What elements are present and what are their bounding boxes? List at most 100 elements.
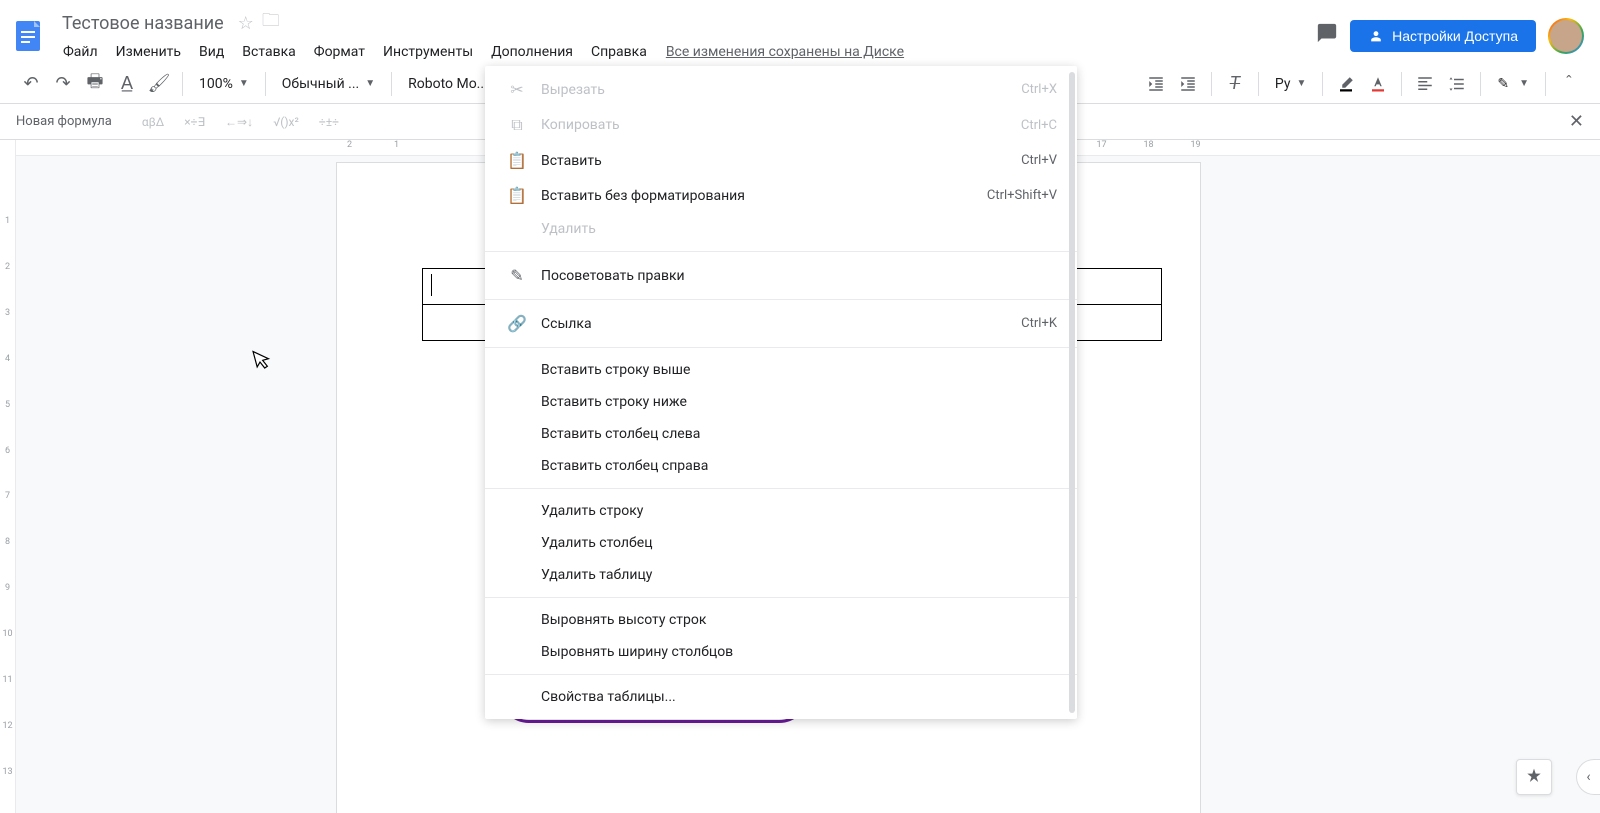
- formula-close-icon[interactable]: ✕: [1569, 111, 1584, 132]
- ctx-item-label: Вставить строку ниже: [541, 394, 1057, 410]
- ctx-item-shortcut: Ctrl+K: [1021, 316, 1057, 331]
- paste-plain-icon: 📋: [505, 186, 529, 205]
- star-icon[interactable]: ☆: [238, 13, 254, 34]
- input-lang-select[interactable]: Ру▼: [1267, 72, 1314, 96]
- formula-root[interactable]: √()x²: [273, 115, 299, 129]
- ctx-удалить: Удалить: [485, 213, 1077, 245]
- align-icon[interactable]: [1410, 69, 1440, 99]
- ctx-item-label: Вставить столбец справа: [541, 458, 1057, 474]
- suggest-icon: ✎: [505, 266, 529, 285]
- ctx-item-label: Удалить столбец: [541, 535, 1057, 551]
- text-color-icon[interactable]: [1363, 69, 1393, 99]
- ctx-item-shortcut: Ctrl+C: [1021, 118, 1057, 133]
- menu-format[interactable]: Формат: [307, 40, 372, 64]
- ctx-вставить-столбец-справа[interactable]: Вставить столбец справа: [485, 450, 1077, 482]
- clear-format-icon[interactable]: T: [1220, 69, 1250, 99]
- menu-scrollbar[interactable]: [1069, 72, 1075, 713]
- ctx-вставить[interactable]: 📋 ВставитьCtrl+V: [485, 143, 1077, 178]
- ctx-item-shortcut: Ctrl+V: [1021, 153, 1057, 168]
- app-header: Тестовое название ☆ 🗀 Файл Изменить Вид …: [0, 0, 1600, 64]
- paint-format-icon[interactable]: 🖌: [144, 69, 174, 99]
- ctx-удалить-столбец[interactable]: Удалить столбец: [485, 527, 1077, 559]
- ctx-item-label: Ссылка: [541, 316, 1021, 332]
- ctx-вставить-столбец-слева[interactable]: Вставить столбец слева: [485, 418, 1077, 450]
- ctx-удалить-таблицу[interactable]: Удалить таблицу: [485, 559, 1077, 591]
- editing-mode-icon[interactable]: ✎▼: [1489, 72, 1537, 96]
- menu-tools[interactable]: Инструменты: [376, 40, 480, 64]
- ctx-ссылка[interactable]: 🔗 СсылкаCtrl+K: [485, 306, 1077, 341]
- ctx-вырезать: ✂ ВырезатьCtrl+X: [485, 72, 1077, 107]
- undo-icon[interactable]: ↶: [16, 69, 46, 99]
- ctx-выровнять-высоту-строк[interactable]: Выровнять высоту строк: [485, 604, 1077, 636]
- context-menu-separator: [485, 251, 1077, 252]
- ctx-item-label: Вставить строку выше: [541, 362, 1057, 378]
- ctx-вставить-без-форматирования[interactable]: 📋 Вставить без форматированияCtrl+Shift+V: [485, 178, 1077, 213]
- menu-file[interactable]: Файл: [56, 40, 105, 64]
- ctx-item-label: Вставить столбец слева: [541, 426, 1057, 442]
- formula-ops[interactable]: ×÷∃: [184, 115, 205, 129]
- ctx-item-label: Копировать: [541, 117, 1021, 133]
- collapse-toolbar-icon[interactable]: ˆ: [1554, 69, 1584, 99]
- ctx-вставить-строку-ниже[interactable]: Вставить строку ниже: [485, 386, 1077, 418]
- formula-label: Новая формула: [16, 114, 112, 129]
- ctx-item-label: Выровнять высоту строк: [541, 612, 1057, 628]
- context-menu-separator: [485, 299, 1077, 300]
- ctx-item-label: Вставить без форматирования: [541, 188, 987, 204]
- style-select[interactable]: Обычный ...▼: [274, 72, 383, 96]
- ctx-item-label: Посоветовать правки: [541, 268, 1057, 284]
- ctx-свойства-таблицы-[interactable]: Свойства таблицы...: [485, 681, 1077, 713]
- ctx-item-label: Удалить таблицу: [541, 567, 1057, 583]
- context-menu-separator: [485, 674, 1077, 675]
- save-status[interactable]: Все изменения сохранены на Диске: [658, 40, 912, 64]
- context-menu-separator: [485, 488, 1077, 489]
- indent-decrease-icon[interactable]: [1141, 69, 1171, 99]
- ctx-item-label: Свойства таблицы...: [541, 689, 1057, 705]
- title-area: Тестовое название ☆ 🗀 Файл Изменить Вид …: [56, 8, 912, 64]
- cut-icon: ✂: [505, 80, 529, 99]
- ctx-item-shortcut: Ctrl+Shift+V: [987, 188, 1057, 203]
- menu-bar: Файл Изменить Вид Вставка Формат Инструм…: [56, 40, 912, 64]
- ctx-item-shortcut: Ctrl+X: [1021, 82, 1057, 97]
- link-icon: 🔗: [505, 314, 529, 333]
- ctx-посоветовать-правки[interactable]: ✎ Посоветовать правки: [485, 258, 1077, 293]
- copy-icon: ⧉: [505, 115, 529, 135]
- redo-icon[interactable]: ↷: [48, 69, 78, 99]
- docs-logo-icon[interactable]: [8, 16, 48, 56]
- context-menu-separator: [485, 347, 1077, 348]
- context-menu: ✂ ВырезатьCtrl+X ⧉ КопироватьCtrl+C 📋 Вставит…: [485, 66, 1077, 719]
- ctx-выровнять-ширину-столбцов[interactable]: Выровнять ширину столбцов: [485, 636, 1077, 668]
- text-cursor: [431, 274, 432, 296]
- indent-increase-icon[interactable]: [1173, 69, 1203, 99]
- ctx-вставить-строку-выше[interactable]: Вставить строку выше: [485, 354, 1077, 386]
- highlight-color-icon[interactable]: [1331, 69, 1361, 99]
- zoom-select[interactable]: 100%▼: [191, 72, 257, 96]
- menu-view[interactable]: Вид: [192, 40, 231, 64]
- formula-greek[interactable]: αβΔ: [142, 115, 164, 129]
- ctx-item-label: Вырезать: [541, 82, 1021, 98]
- formula-misc[interactable]: ÷±÷: [319, 115, 339, 129]
- ctx-копировать: ⧉ КопироватьCtrl+C: [485, 107, 1077, 143]
- ctx-item-label: Вставить: [541, 153, 1021, 169]
- formula-arrows[interactable]: ←⇒↓: [225, 115, 253, 129]
- menu-edit[interactable]: Изменить: [109, 40, 188, 64]
- menu-addons[interactable]: Дополнения: [484, 40, 580, 64]
- paste-icon: 📋: [505, 151, 529, 170]
- ctx-item-label: Удалить: [541, 221, 1057, 237]
- share-button[interactable]: Настройки Доступа: [1350, 20, 1536, 52]
- ctx-item-label: Выровнять ширину столбцов: [541, 644, 1057, 660]
- ctx-удалить-строку[interactable]: Удалить строку: [485, 495, 1077, 527]
- comments-icon[interactable]: [1316, 22, 1338, 50]
- menu-insert[interactable]: Вставка: [235, 40, 302, 64]
- move-folder-icon[interactable]: 🗀: [262, 8, 280, 38]
- spellcheck-icon[interactable]: A̲: [112, 69, 142, 99]
- menu-help[interactable]: Справка: [584, 40, 654, 64]
- share-button-label: Настройки Доступа: [1392, 28, 1518, 44]
- print-icon[interactable]: 🖶: [80, 69, 110, 99]
- context-menu-separator: [485, 597, 1077, 598]
- explore-button[interactable]: [1516, 759, 1552, 795]
- account-avatar[interactable]: [1548, 18, 1584, 54]
- document-title[interactable]: Тестовое название: [56, 11, 230, 36]
- ctx-item-label: Удалить строку: [541, 503, 1057, 519]
- line-spacing-icon[interactable]: [1442, 69, 1472, 99]
- vertical-ruler: 12345678910111213: [0, 140, 16, 813]
